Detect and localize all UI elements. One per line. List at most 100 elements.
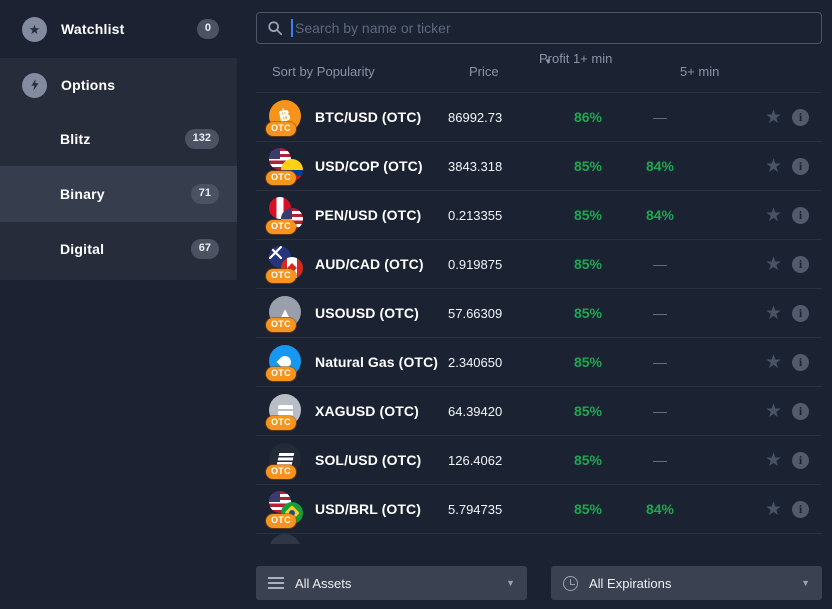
table-row[interactable]: ฿ OTC BTC/USD (OTC) 86992.73 86% — ★ i: [256, 93, 822, 142]
watchlist-star-icon: ★: [22, 17, 47, 42]
blitz-count-badge: 132: [185, 129, 219, 148]
profit-value: 85%: [544, 354, 632, 370]
search-input[interactable]: [295, 20, 811, 36]
profit-value: 85%: [544, 207, 632, 223]
favorite-star-icon[interactable]: ★: [765, 500, 782, 519]
sidebar-item-options[interactable]: Options: [0, 58, 237, 112]
profit-value: 85%: [544, 501, 632, 517]
asset-price: 2.340650: [448, 355, 544, 370]
favorite-star-icon[interactable]: ★: [765, 304, 782, 323]
profit-value: 85%: [544, 256, 632, 272]
asset-list: ฿ OTC BTC/USD (OTC) 86992.73 86% — ★ i O…: [256, 92, 822, 534]
otc-badge: OTC: [266, 514, 296, 528]
solana-icon: [276, 453, 294, 465]
fivemin-value: —: [632, 452, 688, 468]
digital-label: Digital: [60, 241, 104, 257]
sidebar-item-digital[interactable]: Digital 67: [0, 222, 237, 276]
table-row[interactable]: OTC PEN/USD (OTC) 0.213355 85% 84% ★ i: [256, 191, 822, 240]
info-icon[interactable]: i: [792, 109, 809, 126]
chevron-down-icon: ▼: [801, 578, 810, 588]
otc-badge: OTC: [266, 269, 296, 283]
sort-arrow-icon: ▼: [544, 57, 552, 66]
asset-name: SOL/USD (OTC): [315, 452, 421, 468]
favorite-star-icon[interactable]: ★: [765, 255, 782, 274]
info-icon[interactable]: i: [792, 452, 809, 469]
favorite-star-icon[interactable]: ★: [765, 206, 782, 225]
options-group: Options Blitz 132 Binary 71 Digital 67: [0, 58, 237, 280]
asset-icon-pen-usd: OTC: [269, 197, 303, 233]
info-icon[interactable]: i: [792, 501, 809, 518]
next-row-peek: [269, 534, 303, 544]
asset-icon-usd-cop: OTC: [269, 148, 303, 184]
sidebar: ★ Watchlist 0 Options Blitz 132 Binary 7…: [0, 0, 237, 609]
info-icon[interactable]: i: [792, 158, 809, 175]
asset-name: USD/BRL (OTC): [315, 501, 421, 517]
chevron-down-icon: ▼: [506, 578, 515, 588]
sidebar-item-watchlist[interactable]: ★ Watchlist 0: [0, 0, 237, 58]
otc-badge: OTC: [266, 465, 296, 479]
sidebar-item-blitz[interactable]: Blitz 132: [0, 112, 237, 166]
profit-value: 86%: [544, 109, 632, 125]
fivemin-value: 84%: [632, 207, 688, 223]
fivemin-value: 84%: [632, 501, 688, 517]
table-row[interactable]: OTC AUD/CAD (OTC) 0.919875 85% — ★ i: [256, 240, 822, 289]
info-icon[interactable]: i: [792, 207, 809, 224]
asset-name: USD/COP (OTC): [315, 158, 423, 174]
fivemin-value: —: [632, 403, 688, 419]
sort-by-popularity[interactable]: Sort by Popularity: [272, 64, 375, 79]
all-expirations-dropdown[interactable]: All Expirations ▼: [551, 566, 822, 600]
table-row[interactable]: ▲ OTC USOUSD (OTC) 57.66309 85% — ★ i: [256, 289, 822, 338]
clock-icon: [563, 576, 578, 591]
profit-value: 85%: [544, 403, 632, 419]
info-icon[interactable]: i: [792, 305, 809, 322]
favorite-star-icon[interactable]: ★: [765, 402, 782, 421]
fivemin-header: 5+ min: [680, 64, 719, 79]
blitz-label: Blitz: [60, 131, 91, 147]
options-label: Options: [61, 77, 115, 93]
table-header: Sort by Popularity Price Profit 1+ min▼ …: [256, 44, 822, 92]
binary-label: Binary: [60, 186, 105, 202]
table-row[interactable]: OTC XAGUSD (OTC) 64.39420 85% — ★ i: [256, 387, 822, 436]
asset-name: PEN/USD (OTC): [315, 207, 421, 223]
otc-badge: OTC: [266, 367, 296, 381]
asset-icon-usd-brl: OTC: [269, 491, 303, 527]
price-header: Price: [469, 64, 499, 79]
asset-price: 3843.318: [448, 159, 544, 174]
favorite-star-icon[interactable]: ★: [765, 157, 782, 176]
watchlist-count-badge: 0: [197, 19, 219, 38]
info-icon[interactable]: i: [792, 354, 809, 371]
text-cursor: [291, 19, 293, 37]
all-assets-label: All Assets: [295, 576, 351, 591]
digital-count-badge: 67: [191, 239, 219, 258]
asset-icon-btc: ฿ OTC: [269, 99, 303, 135]
table-row[interactable]: OTC USD/BRL (OTC) 5.794735 85% 84% ★ i: [256, 485, 822, 534]
favorite-star-icon[interactable]: ★: [765, 451, 782, 470]
table-row[interactable]: OTC USD/COP (OTC) 3843.318 85% 84% ★ i: [256, 142, 822, 191]
asset-icon-crude-oil: ▲ OTC: [269, 295, 303, 331]
search-box[interactable]: [256, 12, 822, 44]
fivemin-value: —: [632, 109, 688, 125]
table-row[interactable]: OTC SOL/USD (OTC) 126.4062 85% — ★ i: [256, 436, 822, 485]
asset-list-icon: [268, 577, 284, 589]
all-expirations-label: All Expirations: [589, 576, 671, 591]
favorite-star-icon[interactable]: ★: [765, 108, 782, 127]
table-row[interactable]: OTC Natural Gas (OTC) 2.340650 85% — ★ i: [256, 338, 822, 387]
asset-icon-natural-gas: OTC: [269, 344, 303, 380]
profit-value: 85%: [544, 158, 632, 174]
fivemin-value: —: [632, 256, 688, 272]
asset-panel: Sort by Popularity Price Profit 1+ min▼ …: [256, 0, 822, 609]
info-icon[interactable]: i: [792, 403, 809, 420]
fivemin-value: —: [632, 354, 688, 370]
all-assets-dropdown[interactable]: All Assets ▼: [256, 566, 527, 600]
options-bolt-icon: [22, 73, 47, 98]
otc-badge: OTC: [266, 318, 296, 332]
sidebar-item-binary[interactable]: Binary 71: [0, 166, 237, 222]
asset-name: Natural Gas (OTC): [315, 354, 438, 370]
fivemin-value: 84%: [632, 158, 688, 174]
asset-price: 0.919875: [448, 257, 544, 272]
favorite-star-icon[interactable]: ★: [765, 353, 782, 372]
profit-value: 85%: [544, 305, 632, 321]
info-icon[interactable]: i: [792, 256, 809, 273]
asset-name: XAGUSD (OTC): [315, 403, 419, 419]
filter-bar: All Assets ▼ All Expirations ▼: [256, 566, 822, 600]
